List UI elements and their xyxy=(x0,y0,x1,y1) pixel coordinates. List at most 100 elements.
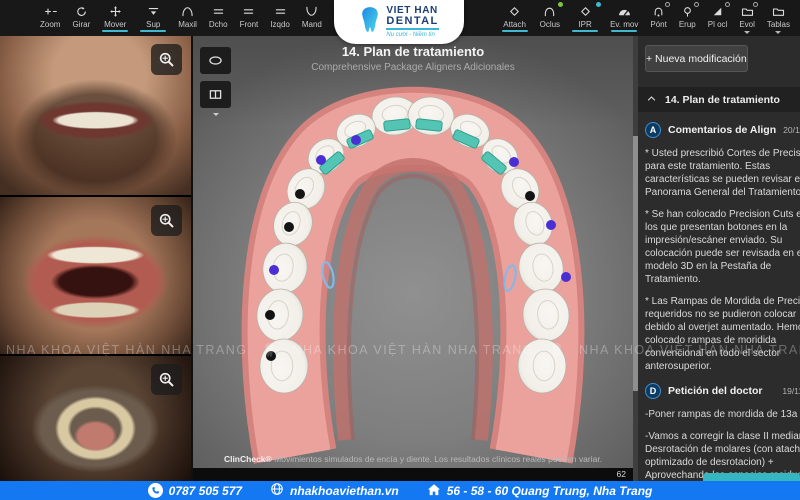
photo-occlusal-mirror xyxy=(0,356,191,481)
view-tools-caret-icon[interactable] xyxy=(212,113,219,119)
toolbar-button-zoom[interactable]: Zoom xyxy=(34,0,66,36)
toolbar-label: Pónt xyxy=(650,20,667,29)
speedometer-icon xyxy=(617,5,632,18)
toolbar-button-izqdo[interactable]: Izqdo xyxy=(264,0,296,36)
active-underline xyxy=(102,30,129,32)
treatment-sidebar: + Nueva modificación 14. Plan de tratami… xyxy=(633,36,800,481)
toolbar-button-erup[interactable]: Erup xyxy=(673,0,702,36)
status-dot-green xyxy=(558,2,564,7)
toolbar-button-oclus[interactable]: Oclus xyxy=(534,0,566,36)
toolbar-button-mand[interactable]: Mand xyxy=(296,0,328,36)
magnifier-zoom-button[interactable] xyxy=(151,205,182,236)
toolbar-button-maxil[interactable]: Maxil xyxy=(172,0,203,36)
toolbar-label: Pl ocl xyxy=(707,20,728,29)
toolbar-button-ipr[interactable]: IPR xyxy=(566,0,604,36)
toolbar-button-mover[interactable]: Mover xyxy=(96,0,134,36)
toolbar-button-evol[interactable]: Evol xyxy=(733,0,761,36)
comment-sections: A Comentarios de Align 20/11 * Usted prescr… xyxy=(633,122,800,481)
new-modification-button[interactable]: + Nueva modificación xyxy=(645,45,748,72)
arch-lower-icon xyxy=(304,5,319,18)
toolbar-button-pónt[interactable]: Pónt xyxy=(644,0,672,36)
toolbar-label: Izqdo xyxy=(270,20,290,29)
contact-house: 56 - 58 - 60 Quang Trung, Nha Trang xyxy=(427,483,653,499)
active-underline xyxy=(611,30,638,32)
arch-upper-icon xyxy=(180,5,195,18)
contact-bar: 0787 505 577 nhakhoaviethan.vn 56 - 58 - 6… xyxy=(0,481,800,500)
tooth-logo-icon xyxy=(359,5,381,39)
stage-strip: 62 xyxy=(193,468,633,481)
toolbar-feature-group: Attach Oclus IPR Ev. mov Pónt Erup Pl ocl Evol T… xyxy=(496,0,800,36)
hbars-icon xyxy=(211,5,226,18)
status-dot-ring xyxy=(693,2,699,7)
toolbar-label: Girar xyxy=(72,20,91,29)
toolbar-button-sup[interactable]: Sup xyxy=(134,0,172,36)
status-dot-ring xyxy=(664,2,670,7)
toolbar-button-pl-ocl[interactable]: Pl ocl xyxy=(702,0,734,36)
comment-paragraph: -Poner rampas de mordida de 13a 23. xyxy=(645,409,800,420)
toolbar-button-dcho[interactable]: Dcho xyxy=(203,0,234,36)
photo-smile-closeup xyxy=(0,36,191,195)
eruption-icon xyxy=(680,5,695,18)
clinic-logo: VIET HAN DENTAL Nụ cười - Niềm tin xyxy=(334,0,464,44)
move-icon xyxy=(108,5,123,18)
toolbar-label: Ev. mov xyxy=(610,20,639,29)
split-view-button[interactable] xyxy=(200,81,231,108)
model-viewport: 14. Plan de tratamiento Comprehensive Pa… xyxy=(193,36,633,481)
contact-globe: nhakhoaviethan.vn xyxy=(270,482,399,499)
toolbar-label: Maxil xyxy=(178,20,197,29)
comment-paragraph: * Usted prescribió Cortes de Precisión p… xyxy=(645,148,800,198)
zoom-icon xyxy=(43,5,58,18)
chevron-up-icon xyxy=(646,94,657,106)
phone-icon xyxy=(147,483,163,498)
toolbar-label: Zoom xyxy=(40,20,61,29)
toolbar-label: Mand xyxy=(301,20,322,29)
dropdown-caret-icon xyxy=(775,31,782,37)
occlusion-icon xyxy=(542,5,557,18)
plan-collapse-header[interactable]: 14. Plan de tratamiento xyxy=(633,87,800,112)
dropdown-caret-icon xyxy=(744,31,751,37)
contact-phone: 0787 505 577 xyxy=(147,483,242,498)
active-underline xyxy=(140,30,167,32)
logo-tagline: Nụ cười - Niềm tin xyxy=(386,32,435,38)
view-top-icon xyxy=(146,5,161,18)
stage-number: 62 xyxy=(616,469,626,479)
toolbar-button-ev-mov[interactable]: Ev. mov xyxy=(604,0,644,36)
toolbar-label: Sup xyxy=(146,20,161,29)
house-icon xyxy=(427,483,441,499)
status-dot-ring xyxy=(752,2,758,7)
active-underline xyxy=(501,30,528,32)
toolbar-button-attach[interactable]: Attach xyxy=(496,0,534,36)
toolbar-view-group: Zoom Girar Mover Sup Maxil Dcho Front Izqdo Mand xyxy=(0,0,328,36)
toolbar-label: Dcho xyxy=(208,20,228,29)
sidebar-teal-button[interactable] xyxy=(703,473,800,481)
plan-title: 14. Plan de tratamiento xyxy=(341,44,485,59)
magnifier-zoom-button[interactable] xyxy=(151,44,182,75)
pontic-icon xyxy=(651,5,666,18)
globe-icon xyxy=(270,482,284,499)
clinic-logo-text: VIET HAN DENTAL Nụ cười - Niềm tin xyxy=(386,6,439,38)
section-header-petición-del-doctor: D Petición del doctor 19/11 xyxy=(645,383,800,399)
contact-text: nhakhoaviethan.vn xyxy=(290,483,399,498)
toolbar-button-front[interactable]: Front xyxy=(234,0,265,36)
single-view-button[interactable] xyxy=(200,47,231,74)
logo-line2: DENTAL xyxy=(386,16,439,30)
scrollbar-thumb[interactable] xyxy=(633,136,638,391)
hbars-icon xyxy=(273,5,288,18)
section-date: 19/11 xyxy=(782,386,800,396)
section-date: 20/11 xyxy=(783,125,800,135)
toolbar-button-tablas[interactable]: Tablas xyxy=(761,0,796,36)
clincheck-app: Zoom Girar Mover Sup Maxil Dcho Front Izqdo Mand… xyxy=(0,0,800,500)
contact-text: 56 - 58 - 60 Quang Trung, Nha Trang xyxy=(446,483,653,498)
toolbar-label: IPR xyxy=(578,20,592,29)
photo-retracted-frontal xyxy=(0,197,191,354)
magnifier-zoom-button[interactable] xyxy=(151,364,182,395)
sidebar-scrollbar[interactable] xyxy=(633,36,638,481)
plan-subtitle: Comprehensive Package Aligners Adicional… xyxy=(311,62,515,73)
active-underline xyxy=(572,30,599,32)
toolbar-button-girar[interactable]: Girar xyxy=(66,0,96,36)
upper-arch-3d-model xyxy=(241,86,585,464)
status-dot-blue xyxy=(596,2,602,7)
occlusal-plane-icon xyxy=(710,5,725,18)
ipr-icon xyxy=(578,5,593,18)
section-title: Petición del doctor xyxy=(668,385,763,397)
